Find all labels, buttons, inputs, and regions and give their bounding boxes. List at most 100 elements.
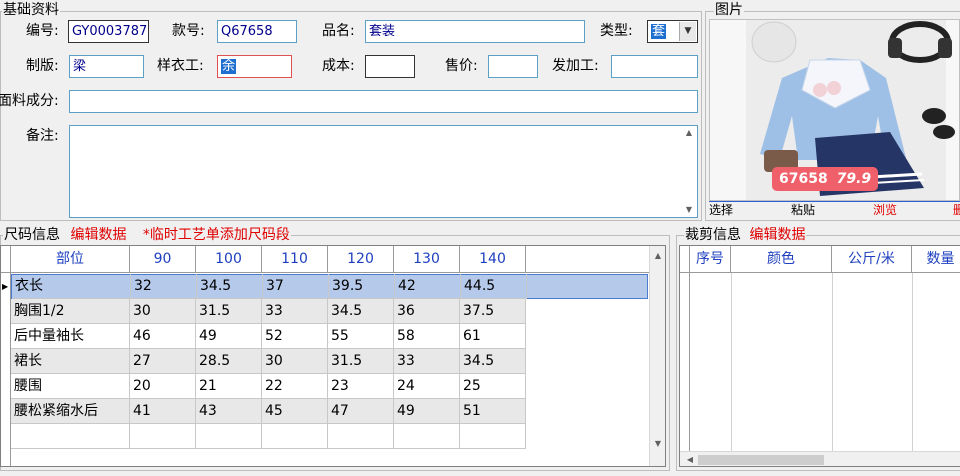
- size-cell[interactable]: 21: [196, 374, 262, 399]
- picture-paste-button[interactable]: 粘贴: [791, 202, 815, 218]
- size-col-header[interactable]: 100: [196, 246, 262, 273]
- size-cell[interactable]: 27: [130, 349, 196, 374]
- size-cell[interactable]: 裙长: [11, 349, 130, 374]
- size-col-header[interactable]: 120: [328, 246, 394, 273]
- size-cell[interactable]: 胸围1/2: [11, 299, 130, 324]
- size-cell[interactable]: 31.5: [196, 299, 262, 324]
- picture-select-button[interactable]: 选择: [709, 202, 733, 218]
- size-cell[interactable]: 55: [328, 324, 394, 349]
- size-cell[interactable]: 49: [394, 399, 460, 424]
- size-info-legend: 尺码信息 编辑数据 *临时工艺单添加尺码段: [3, 227, 291, 243]
- size-cell[interactable]: 33: [262, 299, 328, 324]
- price-field[interactable]: [488, 55, 538, 78]
- size-cell[interactable]: 39.5: [329, 274, 395, 299]
- size-cell-empty[interactable]: [262, 424, 328, 449]
- scroll-down-icon[interactable]: ▼: [681, 203, 697, 217]
- size-cell[interactable]: 51: [460, 399, 526, 424]
- remark-scrollbar[interactable]: ▲ ▼: [681, 126, 697, 217]
- table-row[interactable]: 腰围 20 21 22 23 24 25: [11, 374, 526, 399]
- style-no-field[interactable]: Q67658: [217, 20, 297, 43]
- size-cell[interactable]: 30: [262, 349, 328, 374]
- size-col-header[interactable]: 140: [460, 246, 526, 273]
- size-cell[interactable]: 28.5: [196, 349, 262, 374]
- table-row[interactable]: 后中量袖长 46 49 52 55 58 61: [11, 324, 526, 349]
- remark-textarea[interactable]: [69, 125, 698, 218]
- chevron-down-icon[interactable]: ▼: [679, 22, 696, 41]
- table-row-empty[interactable]: [11, 424, 526, 449]
- type-label: 类型:: [600, 23, 633, 39]
- size-grid[interactable]: 部位 90 100 110 120 130 140 ▶ 衣长 32 34.5 3…: [0, 245, 666, 467]
- size-cell[interactable]: 32: [131, 274, 197, 299]
- picture-delete-button[interactable]: 删: [953, 202, 960, 218]
- scroll-down-icon[interactable]: ▼: [650, 436, 665, 452]
- size-grid-scrollbar[interactable]: ▲ ▼: [649, 246, 665, 466]
- table-row[interactable]: 衣长 32 34.5 37 39.5 42 44.5: [11, 274, 648, 299]
- cut-edit-link[interactable]: 编辑数据: [749, 227, 805, 243]
- size-cell[interactable]: 24: [394, 374, 460, 399]
- size-cell[interactable]: 41: [130, 399, 196, 424]
- type-select[interactable]: 套 ▼: [647, 20, 698, 43]
- size-cell[interactable]: 36: [394, 299, 460, 324]
- cut-col-header[interactable]: 数量: [912, 246, 960, 273]
- table-row[interactable]: 胸围1/2 30 31.5 33 34.5 36 37.5: [11, 299, 526, 324]
- size-cell[interactable]: 25: [460, 374, 526, 399]
- cut-col-header[interactable]: 公斤/米: [832, 246, 912, 273]
- size-cell[interactable]: 30: [130, 299, 196, 324]
- scroll-left-icon[interactable]: ◀: [682, 452, 698, 466]
- size-cell[interactable]: 腰围: [11, 374, 130, 399]
- size-cell-empty[interactable]: [394, 424, 460, 449]
- size-col-header[interactable]: 部位: [11, 246, 130, 273]
- table-row[interactable]: 裙长 27 28.5 30 31.5 33 34.5: [11, 349, 526, 374]
- cut-col-header[interactable]: 颜色: [731, 246, 832, 273]
- size-cell[interactable]: 34.5: [197, 274, 263, 299]
- cut-grid[interactable]: 序号 颜色 公斤/米 数量 ◀: [679, 245, 960, 467]
- size-col-header[interactable]: 90: [130, 246, 196, 273]
- size-col-header[interactable]: 130: [394, 246, 460, 273]
- size-cell[interactable]: 45: [262, 399, 328, 424]
- size-cell[interactable]: 46: [130, 324, 196, 349]
- size-cell[interactable]: 后中量袖长: [11, 324, 130, 349]
- size-cell-empty[interactable]: [460, 424, 526, 449]
- picture-browse-button[interactable]: 浏览: [873, 202, 897, 218]
- code-field[interactable]: GY0003787: [68, 20, 149, 43]
- size-cell[interactable]: 22: [262, 374, 328, 399]
- hscroll-thumb[interactable]: [698, 455, 824, 465]
- size-cell[interactable]: 31.5: [328, 349, 394, 374]
- size-cell[interactable]: 47: [328, 399, 394, 424]
- pattern-maker-field[interactable]: 梁: [69, 55, 144, 78]
- size-cell[interactable]: 49: [196, 324, 262, 349]
- size-edit-link[interactable]: 编辑数据: [70, 227, 126, 243]
- size-cell[interactable]: 20: [130, 374, 196, 399]
- size-cell[interactable]: 37: [263, 274, 329, 299]
- size-cell[interactable]: 34.5: [328, 299, 394, 324]
- size-cell-empty[interactable]: [11, 424, 130, 449]
- size-cell[interactable]: 腰松紧缩水后: [11, 399, 130, 424]
- cost-field[interactable]: [365, 55, 415, 78]
- type-value: 套: [651, 24, 667, 39]
- size-cell[interactable]: 43: [196, 399, 262, 424]
- size-cell-empty[interactable]: [130, 424, 196, 449]
- size-cell[interactable]: 23: [328, 374, 394, 399]
- outsource-field[interactable]: [611, 55, 698, 78]
- product-name-field[interactable]: 套装: [365, 20, 585, 43]
- size-cell[interactable]: 衣长: [12, 274, 131, 299]
- size-cell[interactable]: 44.5: [461, 274, 527, 299]
- size-cell[interactable]: 37.5: [460, 299, 526, 324]
- size-cell[interactable]: 42: [395, 274, 461, 299]
- size-cell-empty[interactable]: [196, 424, 262, 449]
- size-cell[interactable]: 34.5: [460, 349, 526, 374]
- size-cell[interactable]: 52: [262, 324, 328, 349]
- cut-grid-hscrollbar[interactable]: ◀: [680, 451, 960, 466]
- size-cell[interactable]: 61: [460, 324, 526, 349]
- size-cell[interactable]: 58: [394, 324, 460, 349]
- size-cell[interactable]: 33: [394, 349, 460, 374]
- size-col-header[interactable]: 110: [262, 246, 328, 273]
- fabric-field[interactable]: [69, 90, 698, 113]
- table-row[interactable]: 腰松紧缩水后 41 43 45 47 49 51: [11, 399, 526, 424]
- scroll-up-icon[interactable]: ▲: [681, 126, 697, 140]
- sample-worker-field[interactable]: 余: [217, 55, 292, 78]
- cut-col-header[interactable]: 序号: [690, 246, 731, 273]
- size-cell-empty[interactable]: [328, 424, 394, 449]
- scroll-up-icon[interactable]: ▲: [650, 248, 665, 264]
- cut-info-legend: 裁剪信息 编辑数据: [684, 227, 807, 243]
